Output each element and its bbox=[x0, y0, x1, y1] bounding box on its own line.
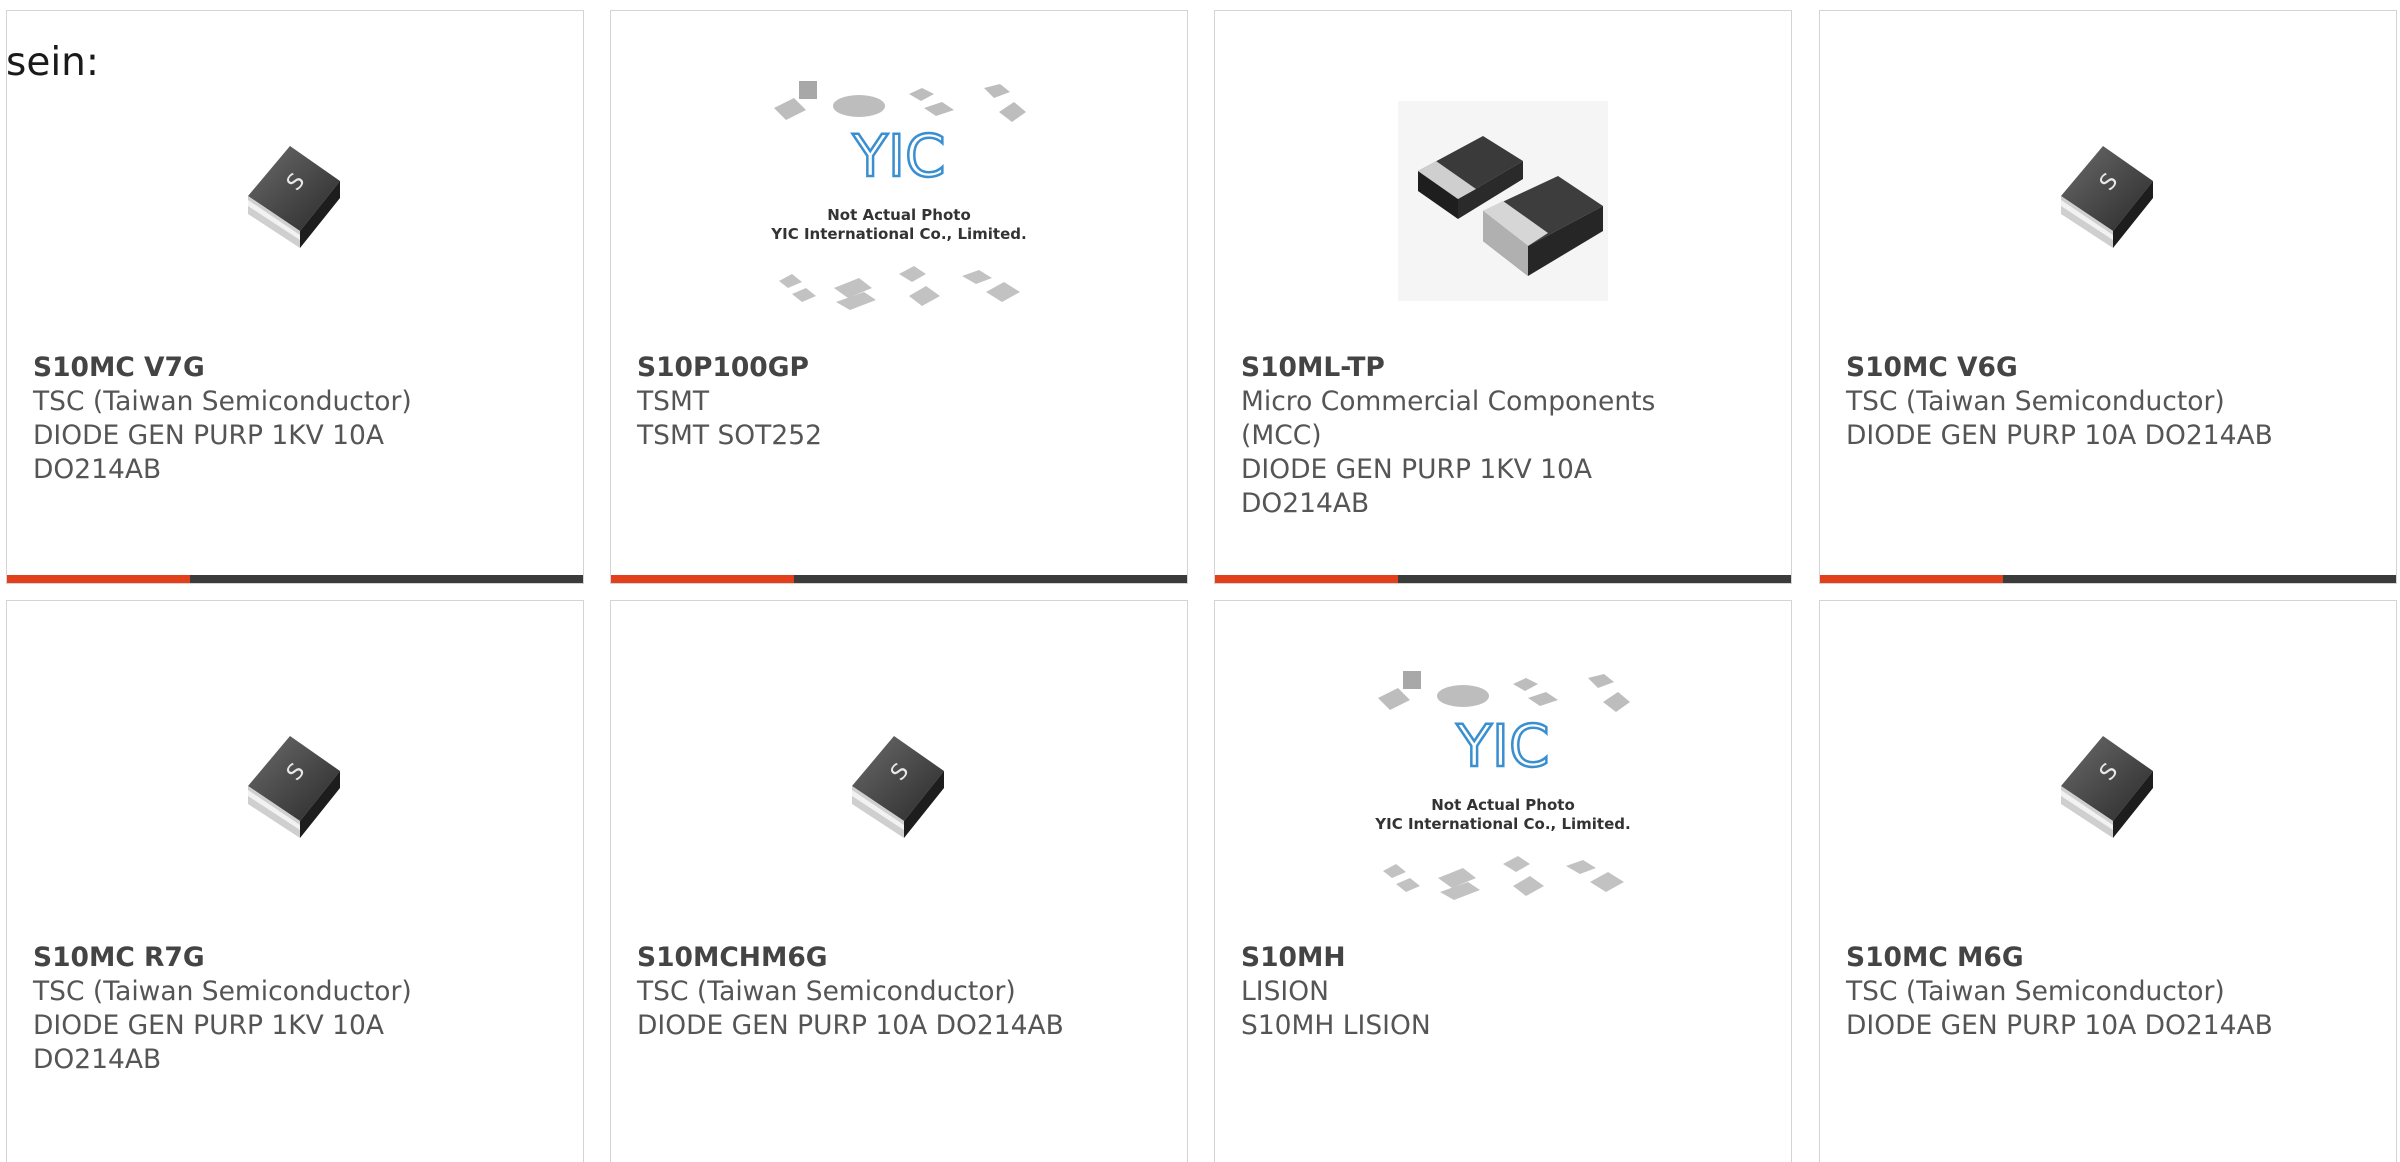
description: DIODE GEN PURP 10A DO214AB bbox=[637, 1010, 1064, 1041]
card-bottom-bar bbox=[611, 575, 1187, 583]
manufacturer: TSC (Taiwan Semiconductor) bbox=[1846, 386, 2225, 417]
yic-placeholder-image: YIC Not Actual Photo YIC International C… bbox=[1374, 671, 1631, 900]
card-bottom-bar bbox=[7, 575, 583, 583]
product-info: S10MC V6G TSC (Taiwan Semiconductor) DIO… bbox=[1846, 351, 2376, 453]
product-card[interactable]: YIC Not Actual Photo YIC International C… bbox=[1214, 600, 1792, 1162]
yic-placeholder-image: YIC Not Actual Photo YIC International C… bbox=[770, 81, 1027, 310]
yic-logo: YIC bbox=[851, 122, 945, 190]
product-image[interactable]: S bbox=[7, 661, 583, 921]
product-card[interactable]: S S10MC M6G TSC (Taiwan Semiconductor) D… bbox=[1819, 600, 2397, 1162]
part-number[interactable]: S10MC V7G bbox=[33, 351, 563, 385]
product-image[interactable] bbox=[1215, 71, 1791, 331]
part-number[interactable]: S10MC M6G bbox=[1846, 941, 2376, 975]
manufacturer: TSC (Taiwan Semiconductor) bbox=[33, 976, 412, 1007]
product-info: S10MC R7G TSC (Taiwan Semiconductor) DIO… bbox=[33, 941, 563, 1077]
product-info: S10MCHM6G TSC (Taiwan Semiconductor) DIO… bbox=[637, 941, 1167, 1043]
placeholder-caption-2: YIC International Co., Limited. bbox=[770, 225, 1026, 243]
manufacturer: TSC (Taiwan Semiconductor) bbox=[33, 386, 412, 417]
product-image[interactable]: S bbox=[7, 71, 583, 331]
tsc-chip-icon: S bbox=[248, 736, 340, 838]
tsc-chip-icon: S bbox=[852, 736, 944, 838]
part-number[interactable]: S10MCHM6G bbox=[637, 941, 1167, 975]
product-image[interactable]: S bbox=[611, 661, 1187, 921]
description: DIODE GEN PURP 10A DO214AB bbox=[1846, 1010, 2273, 1041]
placeholder-caption-1: Not Actual Photo bbox=[1431, 796, 1575, 814]
card-accent-bar bbox=[1215, 575, 1398, 583]
tsc-chip-icon: S bbox=[2061, 146, 2153, 248]
product-info: S10MC M6G TSC (Taiwan Semiconductor) DIO… bbox=[1846, 941, 2376, 1043]
product-card[interactable]: S S10MCHM6G TSC (Taiwan Semiconductor) D… bbox=[610, 600, 1188, 1162]
description: TSMT SOT252 bbox=[637, 420, 822, 451]
part-number[interactable]: S10MC V6G bbox=[1846, 351, 2376, 385]
manufacturer: Micro Commercial Components (MCC) bbox=[1241, 386, 1656, 451]
manufacturer: TSC (Taiwan Semiconductor) bbox=[637, 976, 1016, 1007]
product-image[interactable]: YIC Not Actual Photo YIC International C… bbox=[611, 71, 1187, 331]
placeholder-caption-2: YIC International Co., Limited. bbox=[1374, 815, 1630, 833]
product-card[interactable]: S S10MC R7G TSC (Taiwan Semiconductor) D… bbox=[6, 600, 584, 1162]
card-accent-bar bbox=[611, 575, 794, 583]
product-card[interactable]: S S10MC V6G TSC (Taiwan Semiconductor) D… bbox=[1819, 10, 2397, 584]
product-info: S10P100GP TSMT TSMT SOT252 bbox=[637, 351, 1167, 453]
card-accent-bar bbox=[7, 575, 190, 583]
description: DIODE GEN PURP 10A DO214AB bbox=[1846, 420, 2273, 451]
product-info: S10MC V7G TSC (Taiwan Semiconductor) DIO… bbox=[33, 351, 563, 487]
product-card[interactable]: S10ML-TP Micro Commercial Components (MC… bbox=[1214, 10, 1792, 584]
description: S10MH LISION bbox=[1241, 1010, 1431, 1041]
product-card[interactable]: YIC Not Actual Photo YIC International C… bbox=[610, 10, 1188, 584]
product-image[interactable]: S bbox=[1820, 661, 2396, 921]
yic-logo: YIC bbox=[1455, 712, 1549, 780]
mcc-diode-photo bbox=[1398, 101, 1608, 301]
card-bottom-bar bbox=[1215, 575, 1791, 583]
part-number[interactable]: S10MC R7G bbox=[33, 941, 563, 975]
manufacturer: TSMT bbox=[637, 386, 710, 417]
part-number[interactable]: S10MH bbox=[1241, 941, 1771, 975]
manufacturer: LISION bbox=[1241, 976, 1329, 1007]
description: DIODE GEN PURP 1KV 10A DO214AB bbox=[33, 420, 385, 485]
intro-text: sein: bbox=[6, 40, 100, 85]
product-card[interactable]: S S10MC V7G TSC (Taiwan Semiconductor) D… bbox=[6, 10, 584, 584]
card-bottom-bar bbox=[1820, 575, 2396, 583]
tsc-chip-icon: S bbox=[2061, 736, 2153, 838]
product-info: S10ML-TP Micro Commercial Components (MC… bbox=[1241, 351, 1771, 521]
part-number[interactable]: S10ML-TP bbox=[1241, 351, 1771, 385]
product-grid-page: sein: S S10MC V7G TSC (Taiwan Semiconduc… bbox=[0, 0, 2400, 1162]
description: DIODE GEN PURP 1KV 10A DO214AB bbox=[1241, 454, 1593, 519]
manufacturer: TSC (Taiwan Semiconductor) bbox=[1846, 976, 2225, 1007]
card-accent-bar bbox=[1820, 575, 2003, 583]
tsc-chip-icon: S bbox=[248, 146, 340, 248]
description: DIODE GEN PURP 1KV 10A DO214AB bbox=[33, 1010, 385, 1075]
product-info: S10MH LISION S10MH LISION bbox=[1241, 941, 1771, 1043]
placeholder-caption-1: Not Actual Photo bbox=[827, 206, 971, 224]
product-image[interactable]: YIC Not Actual Photo YIC International C… bbox=[1215, 661, 1791, 921]
part-number[interactable]: S10P100GP bbox=[637, 351, 1167, 385]
product-image[interactable]: S bbox=[1820, 71, 2396, 331]
